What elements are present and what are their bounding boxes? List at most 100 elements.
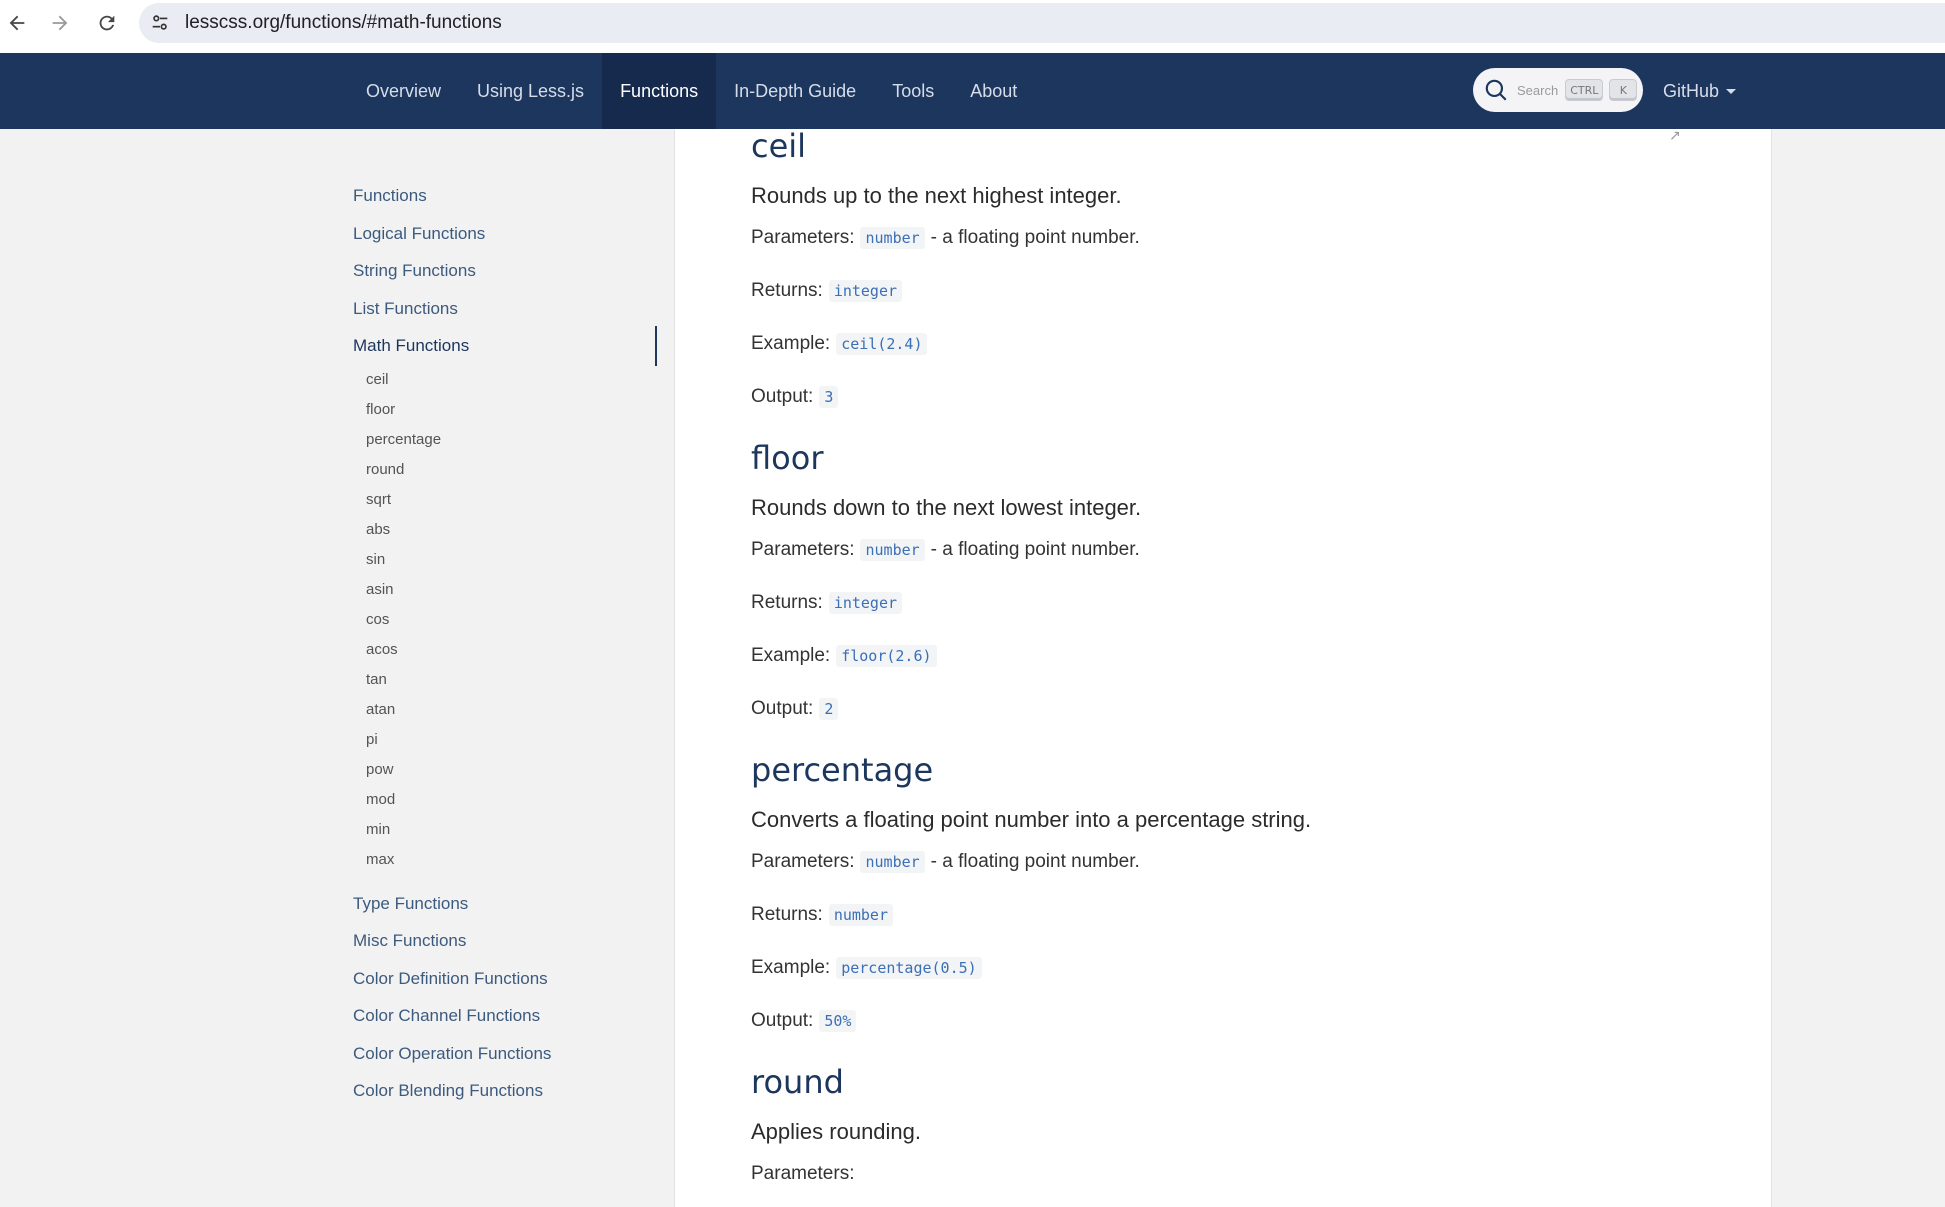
returns-label: Returns: (751, 592, 823, 613)
percentage-param-type: number (860, 851, 925, 873)
sidebar-item-math-functions[interactable]: Math Functions (353, 336, 469, 356)
example-label: Example: (751, 645, 831, 666)
nav-in-depth-guide[interactable]: In-Depth Guide (716, 53, 874, 129)
floor-param-type: number (860, 539, 925, 561)
sidebar-item-logical-functions[interactable]: Logical Functions (353, 224, 485, 244)
parameters-label: Parameters: (751, 539, 855, 560)
sidebar-subitem-abs[interactable]: abs (366, 521, 390, 538)
sidebar-subitem-tan[interactable]: tan (366, 671, 387, 688)
param-description: - a floating point number. (930, 227, 1140, 248)
forward-button[interactable] (45, 8, 75, 38)
cursor-icon: ↗ (1669, 127, 1681, 143)
sidebar-subitem-asin[interactable]: asin (366, 581, 394, 598)
floor-output: Output: 2 (751, 698, 839, 720)
main-content: ↗ ceil Rounds up to the next highest int… (674, 127, 1772, 1207)
percentage-return-type: number (828, 904, 893, 926)
url-text[interactable]: lesscss.org/functions/#math-functions (185, 12, 502, 34)
sidebar-item-color-blending-functions[interactable]: Color Blending Functions (353, 1081, 543, 1101)
sidebar-subitem-percentage[interactable]: percentage (366, 431, 441, 448)
nav-about[interactable]: About (952, 53, 1035, 129)
sidebar-subitem-floor[interactable]: floor (366, 401, 395, 418)
parameters-label: Parameters: (751, 1163, 855, 1184)
ceil-example: Example: ceil(2.4) (751, 333, 928, 355)
sidebar-item-functions[interactable]: Functions (353, 186, 427, 206)
site-info-icon[interactable] (149, 12, 171, 34)
sidebar-subitem-mod[interactable]: mod (366, 791, 395, 808)
floor-return-type: integer (828, 592, 903, 614)
address-bar[interactable]: lesscss.org/functions/#math-functions (139, 3, 1945, 43)
sidebar-item-color-operation-functions[interactable]: Color Operation Functions (353, 1044, 551, 1064)
floor-returns: Returns: integer (751, 592, 903, 614)
ceil-return-type: integer (828, 280, 903, 302)
github-label: GitHub (1663, 80, 1720, 101)
round-description: Applies rounding. (751, 1119, 922, 1144)
parameters-label: Parameters: (751, 851, 855, 872)
ceil-output: Output: 3 (751, 386, 839, 408)
active-indicator (655, 326, 657, 366)
search-button[interactable]: Search CTRL K (1473, 68, 1643, 112)
ceil-returns: Returns: integer (751, 280, 903, 302)
github-dropdown[interactable]: GitHub (1663, 53, 1737, 129)
sidebar-subitem-cos[interactable]: cos (366, 611, 389, 628)
nav-using-lessjs[interactable]: Using Less.js (459, 53, 602, 129)
floor-example: Example: floor(2.6) (751, 645, 937, 667)
nav-tools[interactable]: Tools (874, 53, 952, 129)
sidebar-subitem-pow[interactable]: pow (366, 761, 394, 778)
percentage-description: Converts a floating point number into a … (751, 807, 1312, 832)
example-label: Example: (751, 957, 831, 978)
sidebar-subitem-acos[interactable]: acos (366, 641, 398, 658)
sidebar-subitem-atan[interactable]: atan (366, 701, 395, 718)
sidebar-item-list-functions[interactable]: List Functions (353, 299, 458, 319)
sidebar-item-type-functions[interactable]: Type Functions (353, 894, 468, 914)
search-icon (1485, 79, 1507, 101)
floor-description: Rounds down to the next lowest integer. (751, 495, 1142, 520)
forward-arrow-icon (52, 15, 68, 31)
sidebar-item-string-functions[interactable]: String Functions (353, 261, 476, 281)
nav-overview[interactable]: Overview (348, 53, 459, 129)
floor-output-value: 2 (819, 698, 839, 720)
example-label: Example: (751, 333, 831, 354)
floor-heading: floor (751, 439, 824, 477)
output-label: Output: (751, 386, 814, 407)
returns-label: Returns: (751, 280, 823, 301)
ceil-heading: ceil (751, 127, 807, 165)
site-header: Overview Using Less.js Functions In-Dept… (0, 53, 1945, 129)
caret-down-icon (1726, 88, 1737, 94)
sidebar-item-color-channel-functions[interactable]: Color Channel Functions (353, 1006, 540, 1026)
ceil-output-value: 3 (819, 386, 839, 408)
param-description: - a floating point number. (930, 539, 1140, 560)
sidebar-subitem-sqrt[interactable]: sqrt (366, 491, 391, 508)
reload-button[interactable] (92, 8, 122, 38)
sidebar-subitem-pi[interactable]: pi (366, 731, 378, 748)
param-description: - a floating point number. (930, 851, 1140, 872)
round-heading: round (751, 1063, 844, 1101)
sidebar-subitem-ceil[interactable]: ceil (366, 371, 389, 388)
sidebar-item-color-definition-functions[interactable]: Color Definition Functions (353, 969, 548, 989)
percentage-parameters: Parameters: number - a floating point nu… (751, 851, 1140, 873)
nav-functions[interactable]: Functions (602, 53, 717, 129)
sidebar-subitem-min[interactable]: min (366, 821, 390, 838)
main-nav: Overview Using Less.js Functions In-Dept… (348, 53, 1035, 129)
sidebar-subitem-sin[interactable]: sin (366, 551, 385, 568)
percentage-output: Output: 50% (751, 1010, 857, 1032)
percentage-output-value: 50% (819, 1010, 857, 1032)
returns-label: Returns: (751, 904, 823, 925)
floor-parameters: Parameters: number - a floating point nu… (751, 539, 1140, 561)
browser-toolbar: lesscss.org/functions/#math-functions (0, 0, 1945, 53)
percentage-example-code: percentage(0.5) (836, 957, 982, 979)
sidebar-subitem-round[interactable]: round (366, 461, 404, 478)
ceil-param-type: number (860, 227, 925, 249)
round-parameters: Parameters: (751, 1163, 860, 1185)
ceil-parameters: Parameters: number - a floating point nu… (751, 227, 1140, 249)
search-placeholder: Search (1517, 82, 1559, 98)
sidebar-item-misc-functions[interactable]: Misc Functions (353, 931, 466, 951)
k-key-hint: K (1609, 79, 1638, 101)
back-arrow-icon (9, 15, 25, 31)
percentage-returns: Returns: number (751, 904, 893, 926)
ceil-description: Rounds up to the next highest integer. (751, 183, 1122, 208)
back-button[interactable] (2, 8, 32, 38)
sidebar-subitem-max[interactable]: max (366, 851, 394, 868)
output-label: Output: (751, 698, 814, 719)
output-label: Output: (751, 1010, 814, 1031)
ctrl-key-hint: CTRL (1565, 79, 1604, 101)
